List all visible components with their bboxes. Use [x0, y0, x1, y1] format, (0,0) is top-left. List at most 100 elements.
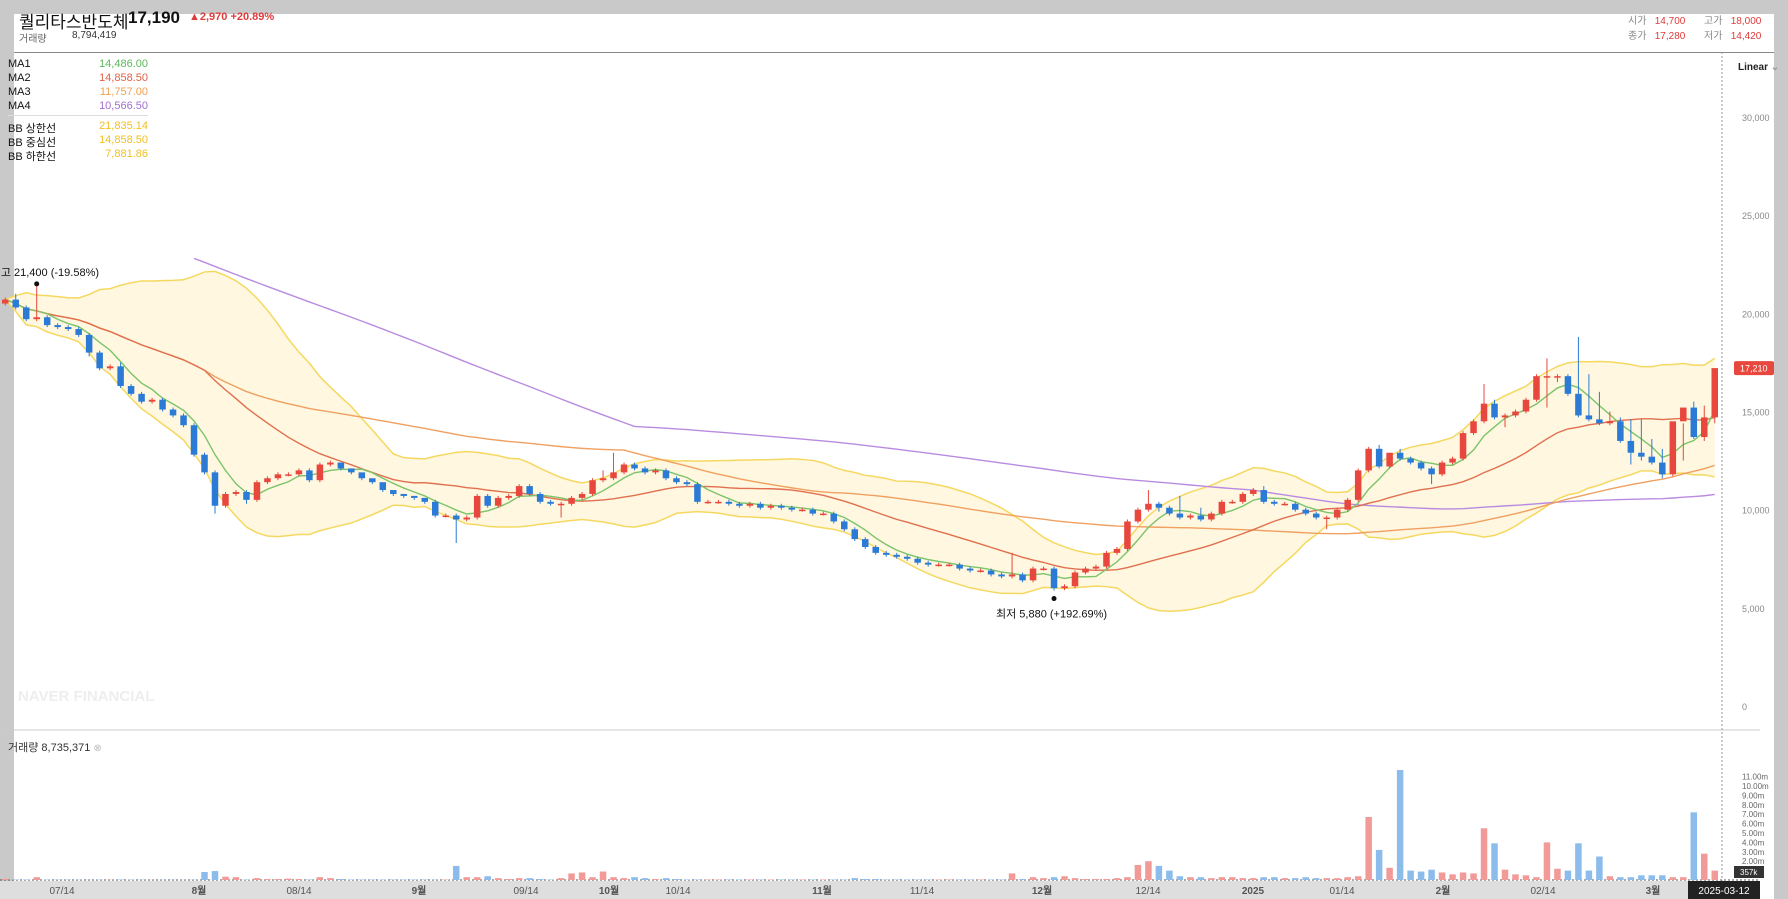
candle-body [1480, 403, 1488, 422]
candle-body [1386, 452, 1393, 467]
candle-body [1260, 490, 1268, 502]
volume-bar [1333, 878, 1341, 880]
low-annotation: 최저 5,880 (+192.69%) [996, 608, 1107, 621]
volume-bar [1375, 849, 1383, 880]
volume-bar [662, 878, 670, 880]
candle-body [1145, 503, 1152, 510]
chevron-down-icon: ⌄ [1770, 62, 1780, 73]
volume-bar [1480, 828, 1488, 880]
candle-body [557, 503, 565, 506]
candle-body [809, 509, 817, 514]
volume-tick-label: 7.00m [1742, 810, 1765, 819]
candle-body [222, 493, 229, 506]
x-tick-label: 09/14 [513, 886, 538, 897]
candle-body [1407, 458, 1414, 463]
volume-bar [1187, 877, 1194, 880]
bollinger-band-area [5, 271, 1715, 612]
candle-body [872, 546, 879, 553]
volume-bar [1564, 870, 1572, 880]
candle-body [1291, 503, 1299, 510]
volume-bar [589, 877, 596, 880]
volume-bar [264, 879, 271, 880]
candle-body [1491, 403, 1498, 418]
candle-body [117, 366, 124, 386]
candle-body [662, 470, 670, 479]
volume-bar [1218, 877, 1226, 880]
candle-body [1208, 513, 1215, 520]
candle-body [127, 385, 135, 394]
volume-tag-label: 357k [1740, 868, 1758, 877]
volume-bar [505, 879, 512, 880]
candle-body [43, 317, 51, 326]
volume-bar [861, 879, 869, 880]
candle-body [379, 482, 387, 491]
volume-bar [1113, 878, 1121, 880]
volume-bar [1250, 878, 1257, 880]
volume-bar [1061, 876, 1068, 880]
volume-tick-label: 8.00m [1742, 801, 1765, 810]
price-chart[interactable]: 0 5,000 10,000 15,000 20,000 25,000 30,000 최고 2… [0, 0, 1788, 899]
candle-body [757, 503, 764, 508]
candle-body [1019, 574, 1026, 581]
x-tick-label: 12월 [1032, 885, 1052, 897]
volume-bar [557, 878, 565, 880]
candle-body [64, 327, 72, 330]
candle-body [1176, 513, 1184, 518]
candle-body [578, 493, 586, 498]
candle-body [1533, 376, 1540, 400]
candle-body [180, 415, 187, 426]
candle-body [452, 515, 460, 520]
volume-bar [851, 878, 859, 880]
volume-tick-label: 3.00m [1742, 848, 1765, 857]
volume-bar [316, 877, 324, 880]
volume-bar [1260, 877, 1268, 880]
volume-bar [1491, 843, 1498, 880]
volume-bar [872, 879, 879, 880]
volume-bar [515, 878, 523, 880]
volume-bar [1554, 868, 1561, 880]
volume-bar [1124, 877, 1131, 880]
watermark: NAVER FINANCIAL [18, 688, 155, 705]
candle-body [1512, 411, 1519, 416]
volume-bar [610, 877, 617, 880]
volume-tick-label: 10.00m [1742, 782, 1769, 791]
scale-toggle-button[interactable]: Linear ⌄ [1738, 62, 1779, 73]
candle-body [148, 399, 156, 402]
candle-body [54, 325, 61, 328]
candle-body [1554, 376, 1561, 378]
low-marker [1051, 596, 1057, 602]
close-icon[interactable]: ⊗ [93, 743, 101, 754]
volume-bar [232, 877, 240, 880]
candle-body [243, 491, 250, 500]
volume-bar [578, 872, 586, 880]
volume-bar [620, 878, 628, 880]
candle-body [704, 501, 712, 504]
volume-bar [285, 878, 292, 880]
candle-body [610, 472, 617, 479]
volume-bar [1271, 877, 1278, 880]
y-tick-label: 10,000 [1742, 506, 1770, 516]
volume-bar [211, 871, 219, 880]
candle-body [903, 556, 911, 559]
candle-body [1365, 448, 1372, 471]
candle-body [232, 491, 240, 494]
candle-body [295, 470, 303, 475]
high-annotation: 최고 21,400 (-19.58%) [0, 266, 99, 279]
x-tick-label: 08/14 [286, 886, 311, 897]
candle-body [1218, 501, 1226, 514]
candle-body [851, 529, 859, 540]
volume-bar [1082, 879, 1089, 880]
x-tick-label: 2025 [1242, 886, 1265, 897]
legend-bb-upper: BB 상한선 21,835.14 [8, 120, 148, 135]
legend-ma1: MA1 14,486.00 [8, 58, 148, 70]
x-tick-label: 10/14 [665, 886, 690, 897]
volume-bar [1617, 877, 1624, 880]
candle-body [274, 474, 282, 479]
candle-body [1008, 574, 1016, 577]
candle-body [106, 366, 114, 369]
candle-body [536, 493, 544, 502]
candle-body [1113, 548, 1121, 553]
candle-body [1596, 419, 1603, 424]
candle-body [337, 462, 345, 469]
candle-body [1312, 513, 1320, 518]
